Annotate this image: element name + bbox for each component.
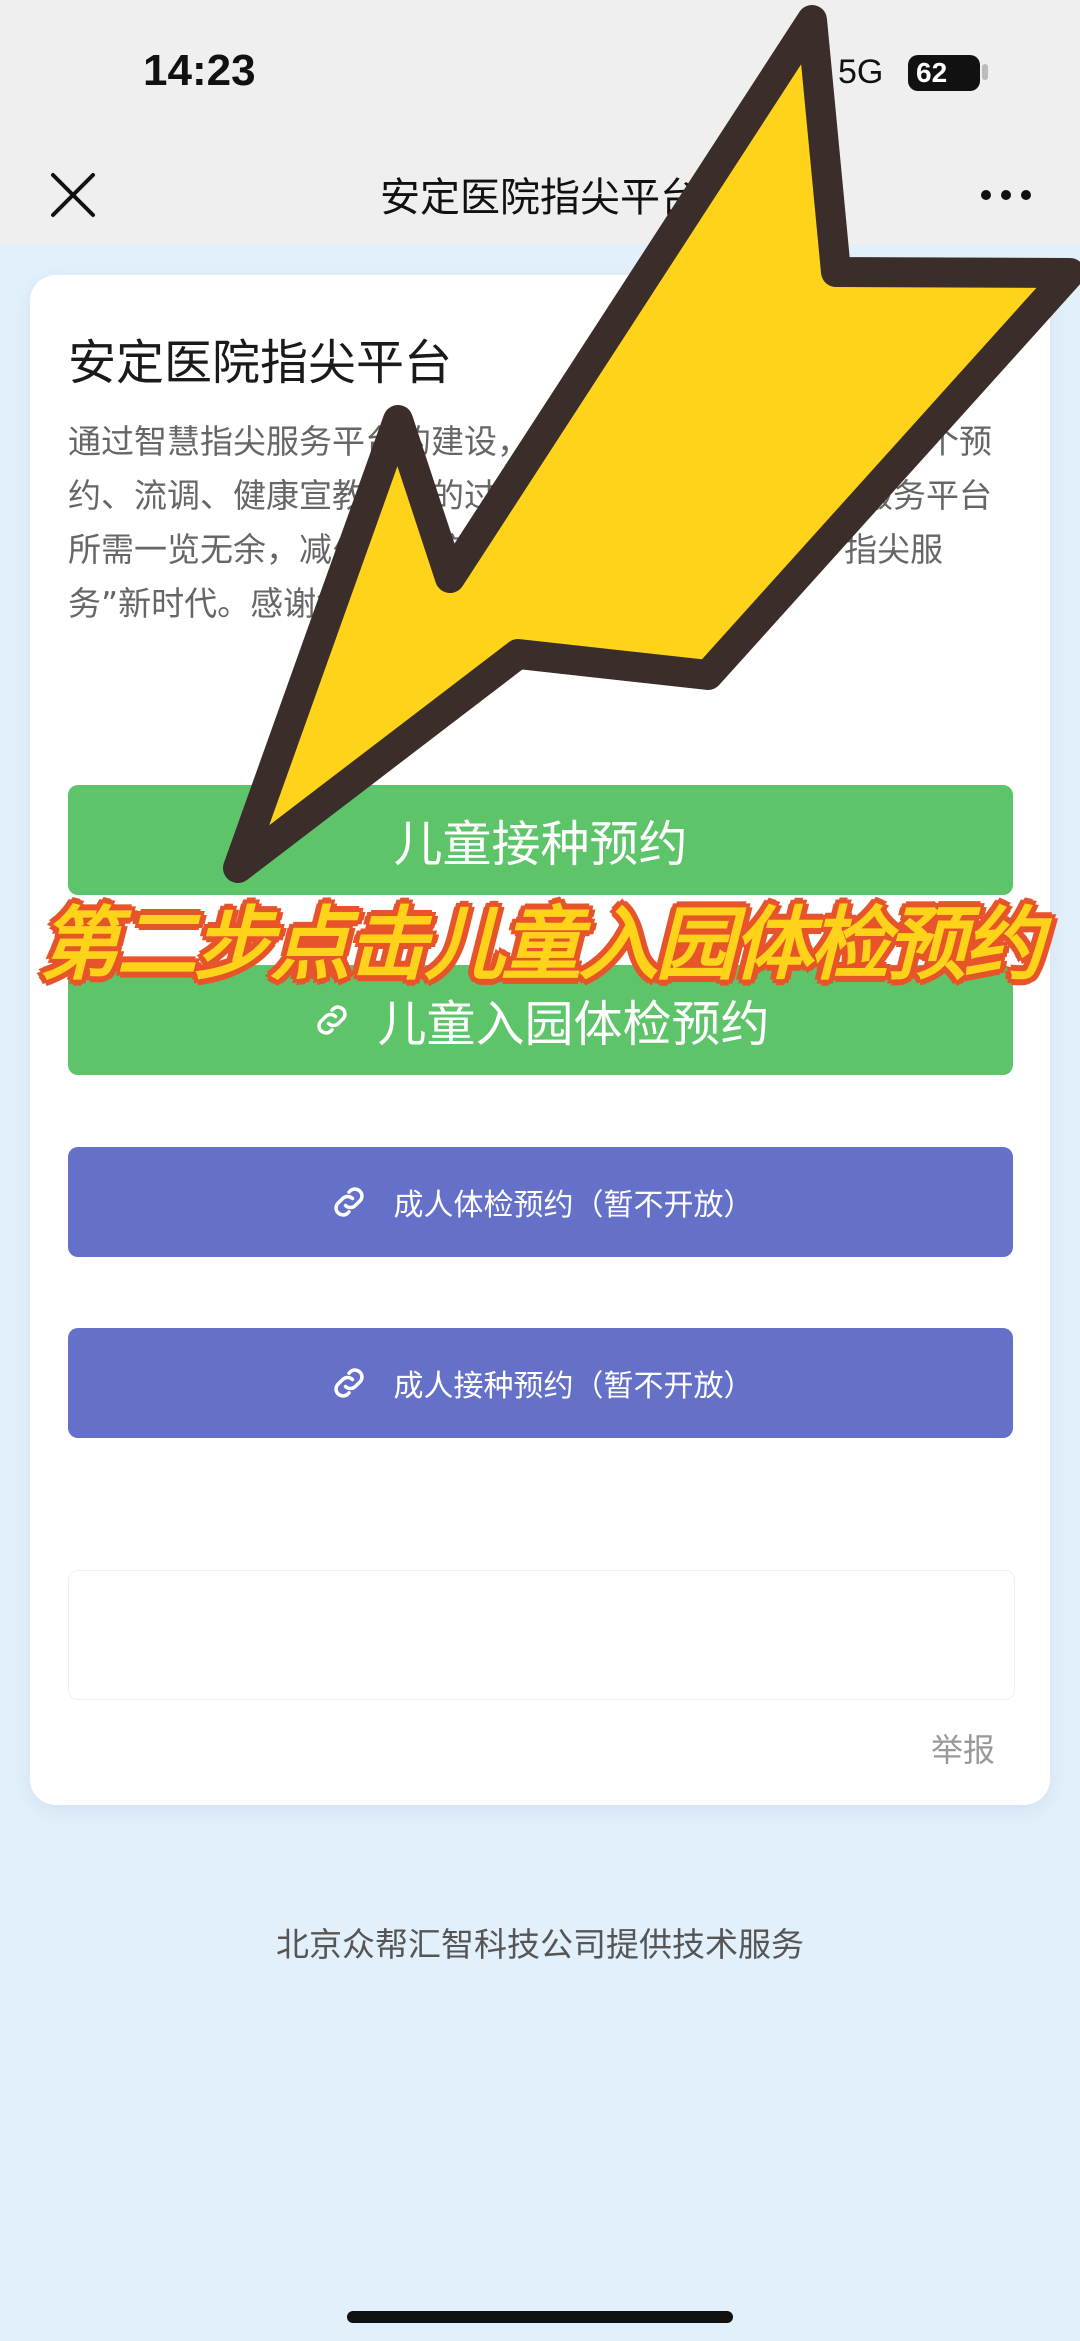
button-label: 成人体检预约（暂不开放） (393, 1188, 754, 1223)
empty-panel (68, 1570, 1015, 1700)
adult-exam-button[interactable]: 成人体检预约（暂不开放） (68, 1147, 1013, 1257)
battery-level: 62 (916, 57, 948, 88)
status-time: 14:23 (143, 46, 256, 95)
status-bar: 14:23 5G 62 (0, 0, 1080, 145)
network-indicator: 5G (838, 53, 884, 91)
battery-icon: 62 (908, 55, 980, 91)
content-card: 安定医院指尖平台 通过智慧指尖服务平台的建设，您只需携带一部手机完成整个预约、流… (30, 275, 1050, 1805)
nav-bar: 安定医院指尖平台 (0, 145, 1080, 245)
adult-vaccination-button[interactable]: 成人接种预约（暂不开放） (68, 1328, 1013, 1438)
home-indicator[interactable] (347, 2311, 733, 2323)
child-vaccination-button[interactable]: 儿童接种预约 (68, 785, 1013, 895)
card-description: 通过智慧指尖服务平台的建设，您只需携带一部手机完成整个预约、流调、健康宣教签约的… (68, 422, 992, 623)
link-icon (317, 1005, 348, 1035)
footer-text: 北京众帮汇智科技公司提供技术服务 (276, 1925, 804, 1964)
overlay-caption: 第二步点击儿童入园体检预约 (39, 898, 1044, 991)
button-label: 儿童接种预约 (393, 815, 688, 873)
button-label: 成人接种预约（暂不开放） (393, 1369, 754, 1404)
more-icon[interactable] (976, 175, 1036, 215)
link-icon (333, 1368, 364, 1398)
card-title: 安定医院指尖平台 (68, 335, 453, 391)
report-link[interactable]: 举报 (931, 1725, 995, 1771)
link-icon (333, 1187, 364, 1217)
nav-title: 安定医院指尖平台 (380, 175, 700, 221)
battery-cap (982, 64, 988, 80)
